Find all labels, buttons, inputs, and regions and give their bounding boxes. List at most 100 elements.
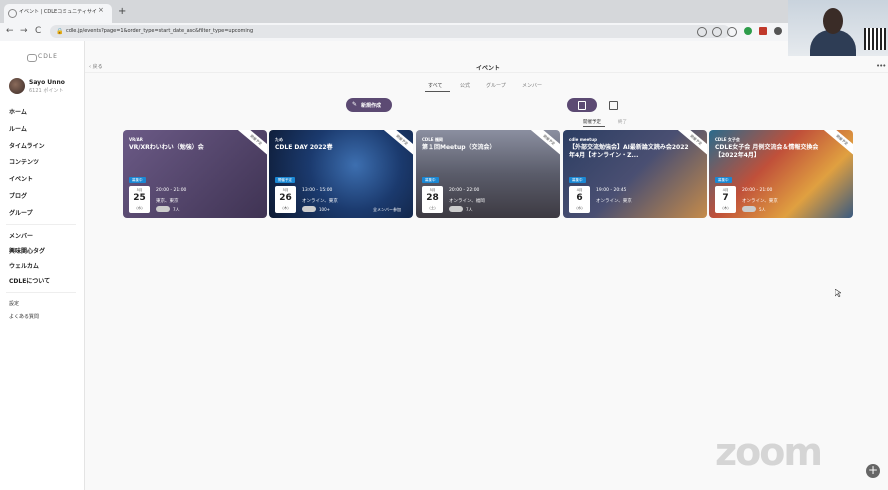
zoom-lens-icon[interactable]	[697, 27, 707, 37]
mouse-cursor-icon	[835, 289, 841, 297]
card-day: 25	[133, 193, 146, 203]
card-time: 20:00 - 22:00	[449, 188, 480, 193]
sidebar-item-event[interactable]: イベント	[9, 174, 33, 183]
card-date: 4月 7 (木)	[715, 186, 736, 213]
card-date: 4月 6 (水)	[569, 186, 590, 213]
card-status-badge: 募集中	[129, 177, 146, 183]
card-category: CDLE 福岡	[422, 137, 443, 142]
card-status-badge: 募集中	[422, 177, 439, 183]
card-time: 20:00 - 21:00	[156, 188, 187, 193]
tab-close-icon[interactable]: ×	[98, 6, 104, 14]
card-attendee-avatars	[156, 206, 170, 212]
sidebar-item-about[interactable]: CDLEについて	[9, 276, 50, 285]
card-time: 13:00 - 15:00	[302, 188, 333, 193]
filter-active-underline	[583, 126, 605, 127]
card-day: 7	[722, 193, 729, 203]
star-icon[interactable]	[727, 27, 737, 37]
sidebar-item-interest-tags[interactable]: 興味関心タグ	[9, 246, 45, 255]
tab-group[interactable]: グループ	[486, 82, 506, 89]
card-time: 20:00 - 21:00	[742, 188, 773, 193]
reload-icon[interactable]: C	[35, 25, 41, 38]
card-title: VR/XRわいわい（勉強）会	[129, 144, 204, 151]
create-event-label: 新規作成	[361, 103, 382, 109]
card-attendee-count: 100+	[319, 207, 330, 212]
page-title: イベント	[476, 65, 501, 72]
sidebar-item-room[interactable]: ルーム	[9, 124, 27, 133]
card-title: CDLE DAY 2022春	[275, 144, 333, 151]
card-location: オンライン、東京	[302, 199, 338, 204]
event-card[interactable]: 開催予定 CDLE 女子会 CDLE女子会 月例交流会＆情報交換会【2022年4…	[709, 130, 853, 218]
tab-official[interactable]: 公式	[460, 82, 470, 89]
sidebar-item-faq[interactable]: よくある質問	[9, 313, 39, 320]
avatar[interactable]	[9, 78, 25, 94]
list-view-icon	[578, 101, 586, 110]
card-title: CDLE女子会 月例交流会＆情報交換会【2022年4月】	[715, 144, 819, 159]
card-weekday: (土)	[429, 206, 436, 210]
card-location: オンライン、東京	[742, 199, 778, 204]
user-points: 6121 ポイント	[29, 88, 64, 94]
card-attendee-avatars	[742, 206, 756, 212]
sidebar-item-welcome[interactable]: ウェルカム	[9, 261, 39, 270]
tab-all[interactable]: すべて	[428, 82, 442, 89]
logo[interactable]: CDLE	[38, 53, 58, 60]
card-date: 5月 25 (水)	[129, 186, 150, 213]
sidebar-divider	[6, 292, 76, 293]
event-card[interactable]: 開催予定 CDLE 福岡 第１回Meetup（交流会） 募集中 5月 28 (土…	[416, 130, 560, 218]
card-title: 【外部交流勉強会】AI最新論文読み会2022年4月【オンライン・Z...	[569, 144, 689, 159]
sidebar-item-contents[interactable]: コンテンツ	[9, 157, 39, 166]
user-name[interactable]: Sayo Unno	[29, 79, 65, 86]
plus-button[interactable]: +	[866, 464, 880, 478]
card-extra-label: 全メンバー参加	[373, 207, 401, 212]
more-icon[interactable]: •••	[876, 62, 886, 70]
sidebar-item-group[interactable]: グループ	[9, 208, 33, 217]
card-day: 28	[426, 193, 439, 203]
card-category: cdle meetup	[569, 137, 597, 142]
sidebar-item-home[interactable]: ホーム	[9, 107, 27, 116]
card-attendee-count: 7人	[466, 207, 473, 212]
event-card[interactable]: 開催予定 cdle meetup 【外部交流勉強会】AI最新論文読み会2022年…	[563, 130, 707, 218]
event-card[interactable]: 開催予定 VR/AR VR/XRわいわい（勉強）会 募集中 5月 25 (水) …	[123, 130, 267, 218]
card-attendee-count: 7人	[173, 207, 180, 212]
card-category: VR/AR	[129, 137, 143, 142]
sidebar-item-settings[interactable]: 設定	[9, 300, 19, 307]
card-weekday: (木)	[282, 206, 289, 210]
browser-tab-bar	[0, 0, 888, 23]
card-weekday: (水)	[136, 206, 143, 210]
card-location: オンライン、福岡	[449, 199, 485, 204]
card-category: ため	[275, 137, 283, 142]
tab-favicon-icon	[8, 9, 17, 18]
app-content	[0, 41, 888, 490]
extension-green-icon[interactable]	[744, 27, 752, 35]
new-tab-button[interactable]: +	[118, 7, 126, 17]
tab-active-underline	[425, 91, 450, 92]
sidebar-item-timeline[interactable]: タイムライン	[9, 141, 45, 150]
qr-code-icon	[864, 28, 886, 50]
card-day: 6	[576, 193, 583, 203]
webcam-video	[788, 0, 888, 56]
card-attendee-count: 5人	[759, 207, 766, 212]
sidebar-item-blog[interactable]: ブログ	[9, 191, 27, 200]
tab-member[interactable]: メンバー	[522, 82, 542, 89]
card-status-badge: 募集中	[569, 177, 586, 183]
back-arrow-icon[interactable]: ←	[6, 25, 14, 38]
url-text[interactable]: cdle.jp/events?page=1&order_type=start_d…	[66, 28, 253, 34]
share-icon[interactable]	[712, 27, 722, 37]
webcam-person-head	[823, 8, 843, 34]
header-divider	[85, 72, 888, 73]
card-date: 5月 28 (土)	[422, 186, 443, 213]
card-category: CDLE 女子会	[715, 137, 740, 142]
tab-title: イベント | CDLEコミュニティサイト(β版)	[19, 9, 97, 15]
event-card[interactable]: 開催予定 ため CDLE DAY 2022春 開催予定 5月 26 (木) 13…	[269, 130, 413, 218]
forward-arrow-icon[interactable]: →	[20, 25, 28, 38]
filter-upcoming[interactable]: 開催予定	[583, 119, 601, 125]
zoom-watermark: zoom	[715, 430, 823, 474]
extension-dark-icon[interactable]	[774, 27, 782, 35]
filter-ended[interactable]: 終了	[618, 119, 627, 125]
card-weekday: (木)	[722, 206, 729, 210]
extension-red-icon[interactable]	[759, 27, 767, 35]
back-link[interactable]: ‹ 戻る	[89, 63, 103, 70]
calendar-view-icon[interactable]	[609, 101, 618, 110]
card-attendee-avatars	[449, 206, 463, 212]
sidebar-item-member[interactable]: メンバー	[9, 231, 33, 240]
card-date: 5月 26 (木)	[275, 186, 296, 213]
